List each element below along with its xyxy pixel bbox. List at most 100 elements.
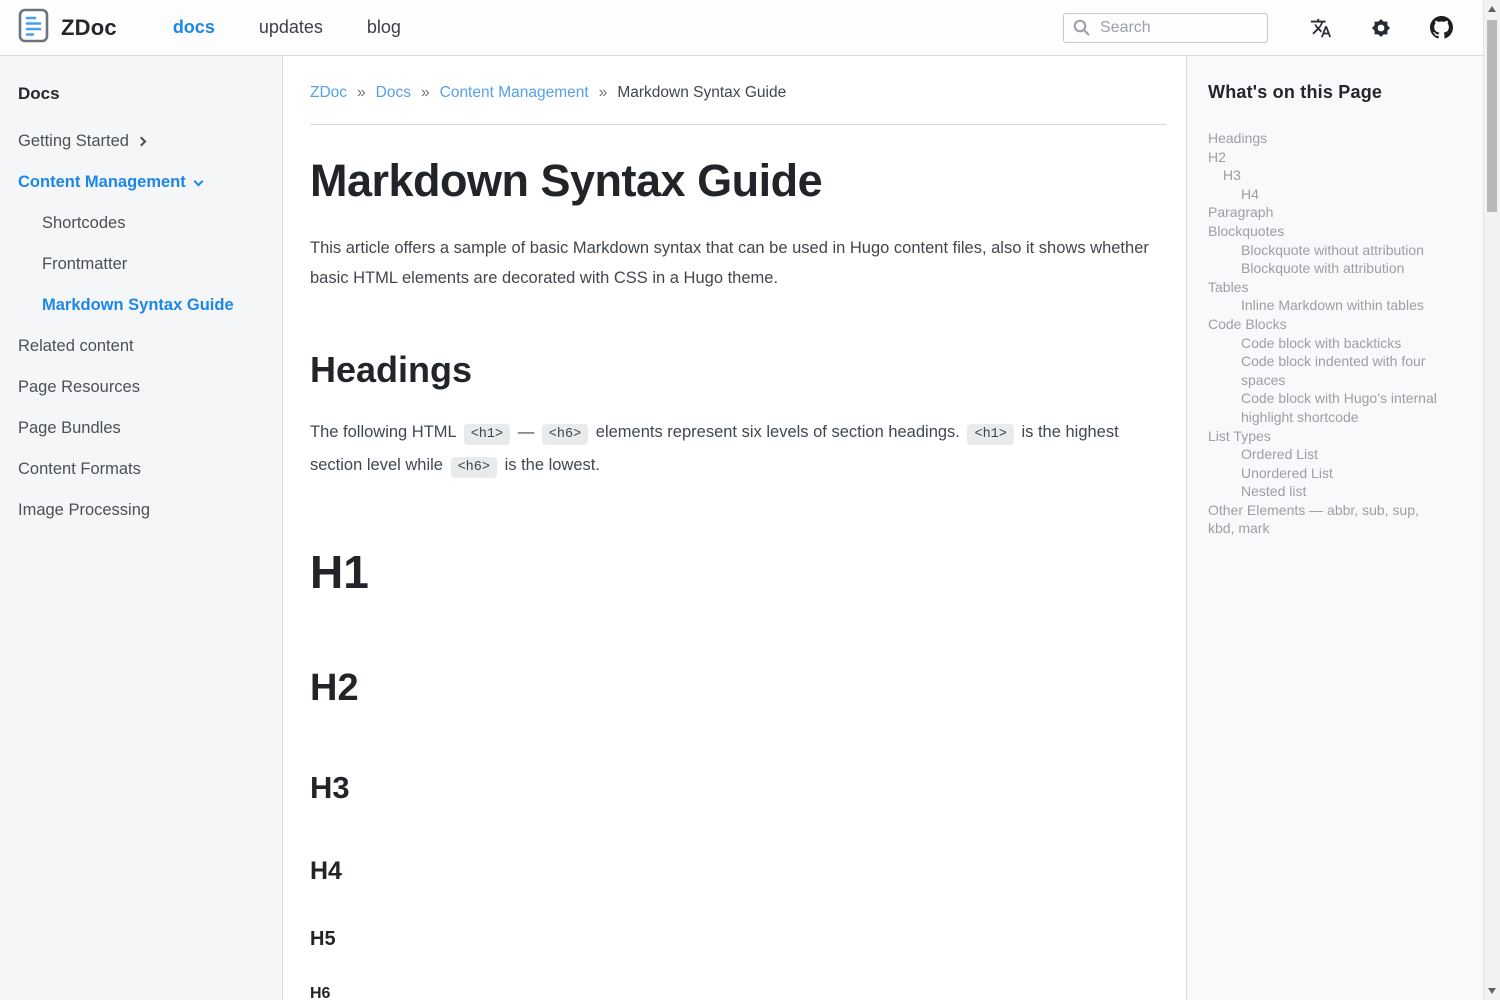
toc-title: What's on this Page: [1208, 82, 1439, 103]
toc-item[interactable]: H4: [1208, 185, 1439, 204]
theme-settings-button[interactable]: [1370, 17, 1392, 39]
brand-name: ZDoc: [61, 15, 117, 41]
breadcrumb-item: ZDoc »: [310, 84, 366, 102]
github-icon: [1430, 27, 1453, 42]
page-title: Markdown Syntax Guide: [310, 155, 1166, 207]
sidebar-item[interactable]: Frontmatter: [18, 255, 268, 274]
paragraph-segment: elements represent six levels of section…: [591, 423, 964, 441]
scrollbar-down-button[interactable]: [1484, 984, 1500, 998]
toc-item[interactable]: Other Elements — abbr, sub, sup, kbd, ma…: [1208, 501, 1439, 538]
breadcrumb-item: Docs »: [376, 84, 430, 102]
docs-sidebar: Docs Getting Started Content Management Sh…: [0, 56, 283, 1000]
paragraph-segment: The following HTML: [310, 423, 461, 441]
sidebar-item-label: Getting Started: [18, 132, 129, 151]
sample-heading: H2: [310, 667, 1166, 710]
vertical-scrollbar[interactable]: [1483, 0, 1500, 1000]
sample-heading: H6: [310, 985, 1166, 1000]
arrow-up-icon: [1488, 6, 1496, 12]
breadcrumb-link[interactable]: ZDoc: [310, 84, 347, 102]
brand[interactable]: ZDoc: [18, 8, 117, 48]
github-button[interactable]: [1430, 16, 1453, 39]
toc-item[interactable]: Inline Markdown within tables: [1208, 296, 1439, 315]
scrollbar-thumb[interactable]: [1487, 20, 1497, 212]
sidebar-item[interactable]: Image Processing: [18, 501, 268, 520]
sidebar-title: Docs: [18, 84, 268, 104]
sidebar-item-label: Related content: [18, 337, 134, 356]
navbar-right: [1063, 13, 1453, 43]
toc-list: HeadingsH2H3H4ParagraphBlockquotesBlockq…: [1208, 129, 1439, 538]
toc-item[interactable]: Ordered List: [1208, 445, 1439, 464]
translate-icon: [1310, 27, 1332, 42]
toc-item[interactable]: Code block with backticks: [1208, 334, 1439, 353]
sidebar-item[interactable]: Markdown Syntax Guide: [18, 296, 268, 315]
breadcrumb-separator: »: [599, 84, 608, 102]
sidebar-item[interactable]: Getting Started: [18, 132, 268, 151]
sidebar-item-label: Content Management: [18, 173, 186, 192]
chevron-icon: [193, 176, 203, 186]
sidebar-item-label: Content Formats: [18, 460, 141, 479]
sidebar-item-label: Page Resources: [18, 378, 140, 397]
toc-item[interactable]: Nested list: [1208, 482, 1439, 501]
sample-heading: H3: [310, 770, 1166, 806]
sidebar-item[interactable]: Shortcodes: [18, 214, 268, 233]
search-icon: [1073, 19, 1090, 41]
sidebar-item[interactable]: Content Formats: [18, 460, 268, 479]
sample-heading: H4: [310, 857, 1166, 886]
sidebar-item-label: Shortcodes: [42, 214, 125, 233]
breadcrumb-link[interactable]: Docs: [376, 84, 411, 102]
intro-paragraph: This article offers a sample of basic Ma…: [310, 233, 1158, 293]
paragraph-segment: <h1>: [464, 424, 510, 445]
paragraph-segment: <h6>: [542, 424, 588, 445]
sidebar-item-label: Frontmatter: [42, 255, 127, 274]
breadcrumb-link[interactable]: Content Management: [440, 84, 589, 102]
toc-item[interactable]: Paragraph: [1208, 203, 1439, 222]
toc-item[interactable]: Unordered List: [1208, 464, 1439, 483]
sample-heading: H1: [310, 545, 1166, 599]
toc-panel: What's on this Page HeadingsH2H3H4Paragr…: [1186, 56, 1483, 1000]
search-input[interactable]: [1063, 13, 1268, 43]
nav-link[interactable]: blog: [367, 17, 401, 38]
breadcrumb-divider: [310, 124, 1166, 125]
navbar-icon-buttons: [1310, 16, 1453, 39]
toc-item[interactable]: Tables: [1208, 278, 1439, 297]
toc-item[interactable]: H2: [1208, 148, 1439, 167]
toc-item[interactable]: Code block with Hugo’s internal highligh…: [1208, 389, 1439, 426]
nav-link[interactable]: updates: [259, 17, 323, 38]
sidebar-item[interactable]: Content Management: [18, 173, 268, 192]
toc-item[interactable]: Blockquote with attribution: [1208, 259, 1439, 278]
breadcrumb-separator: »: [421, 84, 430, 102]
sidebar-item[interactable]: Page Bundles: [18, 419, 268, 438]
sidebar-item-label: Page Bundles: [18, 419, 121, 438]
sidebar-item-label: Markdown Syntax Guide: [42, 296, 234, 315]
breadcrumb-item: Markdown Syntax Guide»: [617, 84, 786, 102]
paragraph-segment: is the lowest.: [500, 456, 600, 474]
toc-item[interactable]: Code Blocks: [1208, 315, 1439, 334]
sample-heading: H5: [310, 928, 1166, 951]
article-content: ZDoc » Docs » Content Management » Markdown Sy…: [283, 56, 1186, 1000]
document-icon: [18, 8, 49, 48]
paragraph-segment: <h1>: [967, 424, 1013, 445]
toc-item[interactable]: Blockquotes: [1208, 222, 1439, 241]
sidebar-item-label: Image Processing: [18, 501, 150, 520]
paragraph-segment: —: [513, 423, 539, 441]
breadcrumb-link[interactable]: Markdown Syntax Guide: [617, 84, 786, 102]
breadcrumb-separator: »: [357, 84, 366, 102]
headings-paragraph: The following HTML <h1> — <h6> elements …: [310, 417, 1158, 483]
headings-section-title: Headings: [310, 349, 1166, 391]
nav-link[interactable]: docs: [173, 17, 215, 38]
sidebar-item[interactable]: Page Resources: [18, 378, 268, 397]
toc-item[interactable]: H3: [1208, 166, 1439, 185]
main-row: Docs Getting Started Content Management Sh…: [0, 56, 1483, 1000]
breadcrumb: ZDoc » Docs » Content Management » Markdown Sy…: [310, 84, 1166, 102]
toc-item[interactable]: Blockquote without attribution: [1208, 241, 1439, 260]
gear-icon: [1370, 27, 1392, 42]
breadcrumb-item: Content Management »: [440, 84, 608, 102]
language-button[interactable]: [1310, 17, 1332, 39]
toc-item[interactable]: List Types: [1208, 427, 1439, 446]
navbar: ZDoc docs updates blog: [0, 0, 1483, 56]
scrollbar-up-button[interactable]: [1484, 2, 1500, 16]
chevron-icon: [137, 137, 147, 147]
toc-item[interactable]: Code block indented with four spaces: [1208, 352, 1439, 389]
toc-item[interactable]: Headings: [1208, 129, 1439, 148]
sidebar-item[interactable]: Related content: [18, 337, 268, 356]
